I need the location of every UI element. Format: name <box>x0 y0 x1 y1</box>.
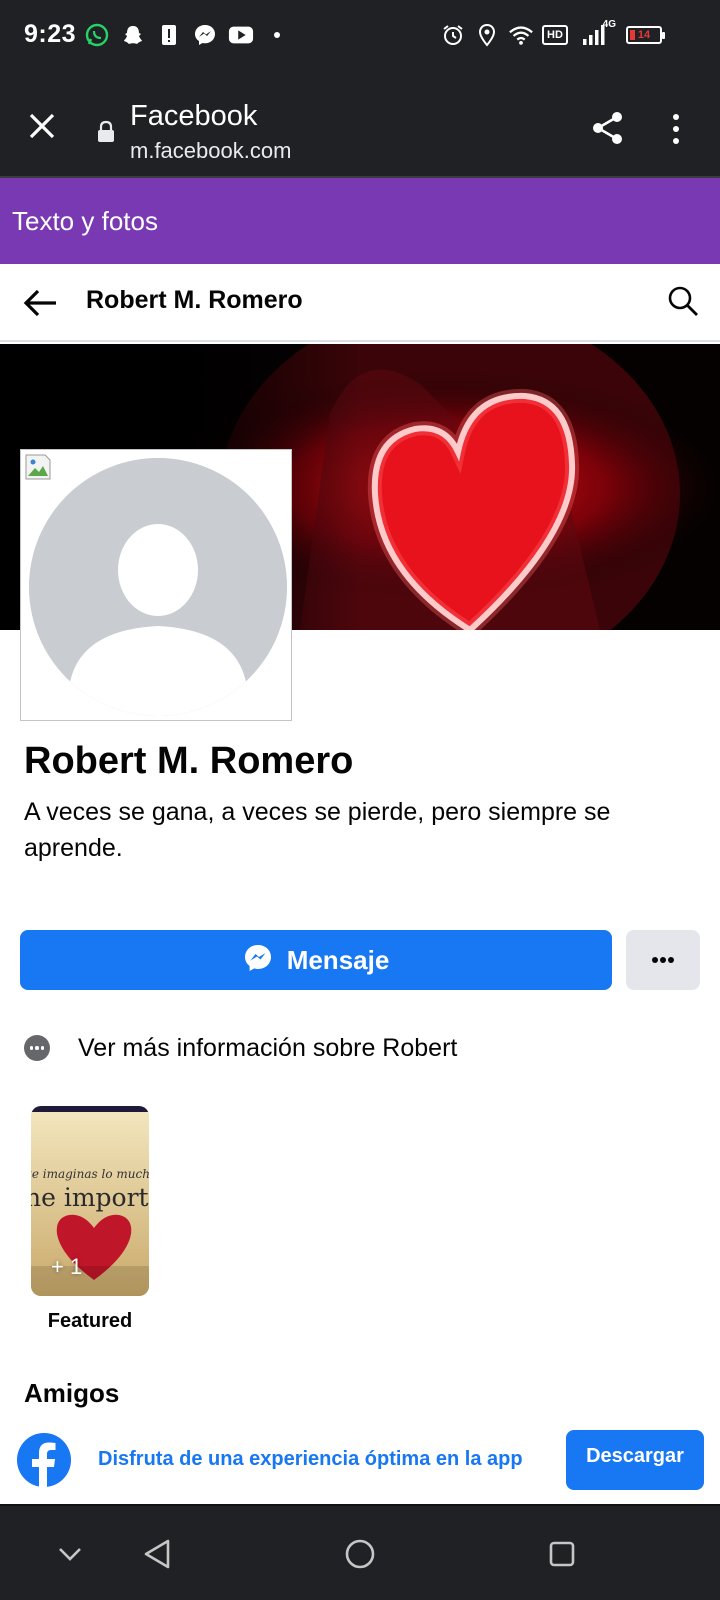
download-button[interactable]: Descargar <box>566 1430 704 1490</box>
featured-label: Featured <box>47 1310 133 1332</box>
featured-count: + 1 <box>51 1254 83 1279</box>
message-button[interactable]: Mensaje <box>20 930 612 990</box>
dot-icon <box>264 22 290 48</box>
close-icon[interactable] <box>22 106 62 146</box>
profile-picture[interactable] <box>20 449 292 721</box>
more-info-icon <box>24 1035 50 1061</box>
friends-section-title: Amigos <box>24 1378 120 1408</box>
whatsapp-icon <box>84 22 110 48</box>
facebook-logo-icon <box>16 1432 72 1488</box>
text-and-photos-banner[interactable]: Texto y fotos <box>0 178 720 264</box>
youtube-icon <box>228 22 254 48</box>
broken-image-icon <box>25 454 51 480</box>
alarm-icon <box>440 22 466 48</box>
alert-icon <box>156 22 182 48</box>
more-options-icon <box>651 951 675 969</box>
default-avatar <box>29 458 287 716</box>
browser-url[interactable]: m.facebook.com <box>130 138 291 164</box>
featured-card-text-2: ne import <box>31 1183 149 1212</box>
featured-card-text-1: te imaginas lo much <box>31 1167 149 1181</box>
messenger-icon <box>243 943 273 978</box>
back-triangle-icon[interactable] <box>140 1536 176 1572</box>
lock-icon <box>96 120 116 144</box>
system-navigation-bar <box>0 1504 720 1600</box>
message-button-label: Mensaje <box>286 944 390 975</box>
more-options-button[interactable] <box>626 930 700 990</box>
hd-icon: HD <box>542 25 568 45</box>
share-icon[interactable] <box>590 110 626 146</box>
overflow-menu-icon[interactable] <box>668 112 684 146</box>
profile-bio: A veces se gana, a veces se pierde, pero… <box>24 798 611 862</box>
app-banner-text: Disfruta de una experiencia óptima en la… <box>98 1448 523 1470</box>
profile-header-bar: Robert M. Romero <box>0 264 720 342</box>
location-icon <box>474 22 500 48</box>
featured-collection-card[interactable]: te imaginas lo much ne import + 1 <box>31 1106 149 1296</box>
messenger-icon <box>192 22 218 48</box>
back-arrow-icon[interactable] <box>22 284 60 322</box>
header-title: Robert M. Romero <box>86 286 303 314</box>
status-left-icons <box>84 22 290 48</box>
status-right-icons: HD 4G 14 <box>440 19 665 48</box>
battery-icon: 14 <box>626 26 665 44</box>
battery-level: 14 <box>637 29 651 41</box>
chevron-down-icon[interactable] <box>52 1536 88 1572</box>
signal-icon: 4G <box>576 19 616 48</box>
search-icon[interactable] <box>666 284 700 318</box>
text-and-photos-label: Texto y fotos <box>12 206 158 236</box>
browser-page-title: Facebook <box>130 100 258 132</box>
snapchat-icon <box>120 22 146 48</box>
status-bar: 9:23 HD 4G 14 <box>0 0 720 72</box>
browser-toolbar: Facebook m.facebook.com <box>0 72 720 178</box>
more-info-link[interactable]: Ver más información sobre Robert <box>24 1028 457 1068</box>
status-time: 9:23 <box>24 20 77 48</box>
wifi-icon <box>508 22 534 48</box>
recents-square-icon[interactable] <box>544 1536 580 1572</box>
profile-name: Robert M. Romero <box>24 740 354 782</box>
home-circle-icon[interactable] <box>342 1536 378 1572</box>
more-info-label: Ver más información sobre Robert <box>78 1033 458 1062</box>
network-type-label: 4G <box>602 19 616 30</box>
app-download-banner: Disfruta de una experiencia óptima en la… <box>0 1418 720 1504</box>
